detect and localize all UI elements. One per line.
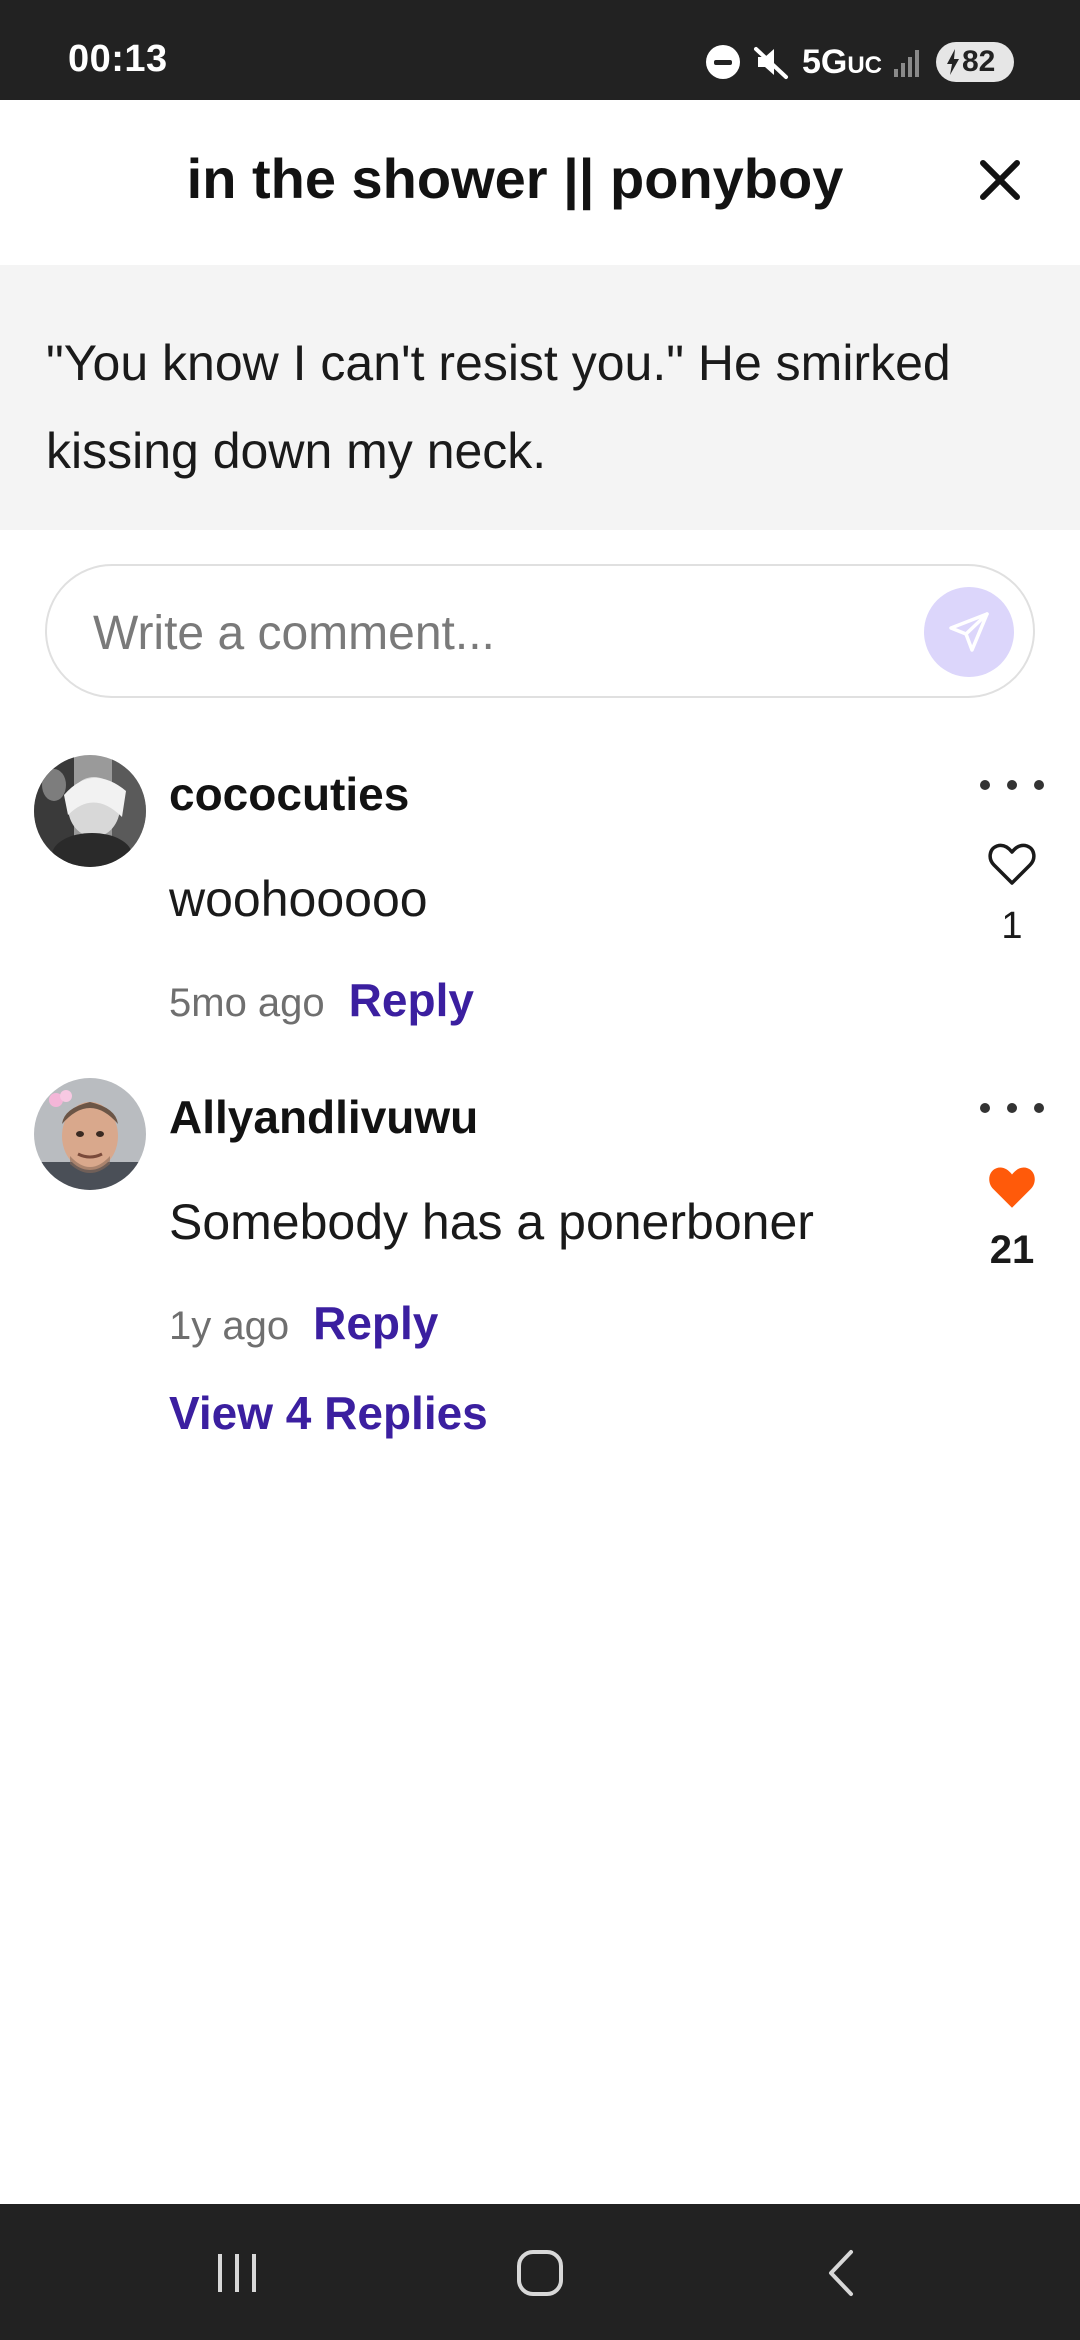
heart-filled-icon xyxy=(989,1167,1035,1208)
comment-item: cococuties woohooooo 5mo ago Reply 1 xyxy=(0,755,1080,1045)
comment-username[interactable]: Allyandlivuwu xyxy=(169,1090,478,1144)
comment-timestamp: 5mo ago xyxy=(169,981,325,1025)
reply-button[interactable]: Reply xyxy=(349,973,474,1027)
recent-apps-button[interactable] xyxy=(202,2238,272,2308)
back-button[interactable] xyxy=(806,2238,876,2308)
like-button[interactable] xyxy=(982,1158,1042,1218)
page-title: in the shower || ponyboy xyxy=(186,147,844,210)
comment-text: woohooooo xyxy=(169,871,428,927)
more-options-button[interactable] xyxy=(980,773,1044,797)
send-icon xyxy=(949,612,989,652)
system-nav-bar xyxy=(0,2204,1080,2340)
home-icon xyxy=(517,2250,563,2296)
close-icon xyxy=(980,160,1020,200)
comment-item: Allyandlivuwu Somebody has a ponerboner … xyxy=(0,1078,1080,1458)
comment-meta: 1y ago Reply xyxy=(169,1296,438,1350)
heart-outline-icon xyxy=(988,843,1036,885)
battery-level: 82 xyxy=(962,45,996,78)
avatar-image xyxy=(34,1078,146,1190)
view-replies-button[interactable]: View 4 Replies xyxy=(169,1386,488,1440)
comment-username[interactable]: cococuties xyxy=(169,767,409,821)
comment-timestamp: 1y ago xyxy=(169,1304,290,1348)
header: in the shower || ponyboy xyxy=(0,100,1080,265)
like-button[interactable] xyxy=(982,835,1042,895)
avatar[interactable] xyxy=(34,755,146,867)
status-time: 00:13 xyxy=(68,38,168,80)
comment-input[interactable] xyxy=(93,598,913,668)
close-button[interactable] xyxy=(970,150,1030,210)
network-label: 5GUC xyxy=(801,42,882,81)
comment-box xyxy=(45,564,1035,698)
comment-text: Somebody has a ponerboner xyxy=(169,1194,814,1250)
battery-indicator: 82 xyxy=(936,42,1014,82)
quote-text: "You know I can't resist you." He smirke… xyxy=(46,335,951,479)
signal-icon xyxy=(894,47,924,77)
back-icon xyxy=(829,2250,853,2296)
do-not-disturb-icon xyxy=(705,45,740,79)
like-count: 1 xyxy=(1001,905,1023,947)
comment-meta: 5mo ago Reply xyxy=(169,973,474,1027)
avatar-image xyxy=(34,755,146,867)
status-bar: 00:13 5GUC 82 xyxy=(0,0,1080,100)
more-options-button[interactable] xyxy=(980,1096,1044,1120)
charging-bolt-icon xyxy=(947,49,959,75)
send-button[interactable] xyxy=(924,587,1014,677)
mute-icon xyxy=(753,47,788,79)
like-count: 21 xyxy=(989,1228,1035,1272)
quoted-passage: "You know I can't resist you." He smirke… xyxy=(0,265,1080,530)
status-icons: 5GUC 82 xyxy=(705,40,1014,84)
reply-button[interactable]: Reply xyxy=(313,1296,438,1350)
recent-apps-icon xyxy=(218,2254,256,2292)
home-button[interactable] xyxy=(505,2238,575,2308)
avatar[interactable] xyxy=(34,1078,146,1190)
